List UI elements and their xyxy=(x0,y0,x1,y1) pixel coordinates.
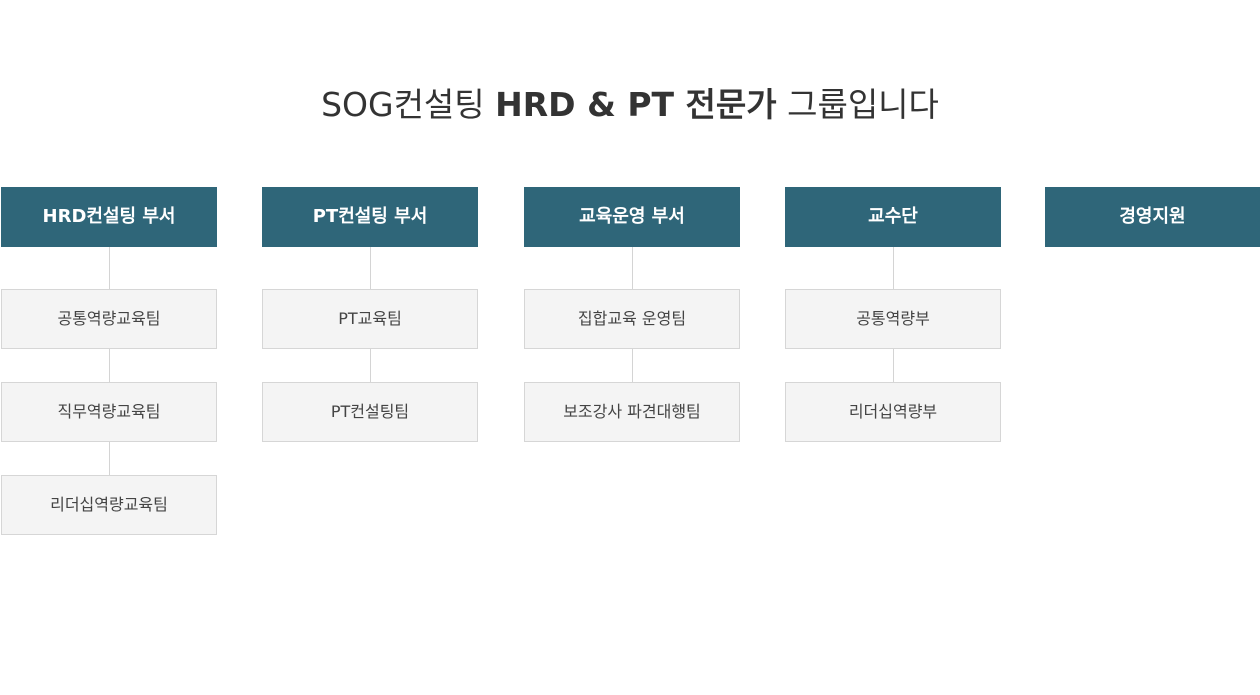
dept-header-faculty: 교수단 xyxy=(785,187,1001,247)
team-box: 직무역량교육팀 xyxy=(1,382,217,442)
connector-line xyxy=(108,349,110,382)
connector-line xyxy=(369,349,371,382)
dept-column-education-ops: 교육운영 부서 집합교육 운영팀 보조강사 파견대행팀 xyxy=(524,187,740,442)
connector-line xyxy=(892,247,894,289)
page-title-suffix: 그룹입니다 xyxy=(776,85,939,124)
dept-column-pt: PT컨설팅 부서 PT교육팀 PT컨설팅팀 xyxy=(262,187,478,442)
team-box: 리더십역량부 xyxy=(785,382,1001,442)
connector-line xyxy=(108,442,110,475)
dept-column-management: 경영지원 xyxy=(1045,187,1260,247)
dept-header-education-ops: 교육운영 부서 xyxy=(524,187,740,247)
page-title: SOG컨설팅 HRD & PT 전문가 그룹입니다 xyxy=(0,82,1260,128)
connector-line xyxy=(369,247,371,289)
connector-line xyxy=(631,247,633,289)
team-box: 보조강사 파견대행팀 xyxy=(524,382,740,442)
team-box: 집합교육 운영팀 xyxy=(524,289,740,349)
dept-header-pt: PT컨설팅 부서 xyxy=(262,187,478,247)
connector-line xyxy=(108,247,110,289)
page-title-bold: HRD & PT 전문가 xyxy=(495,85,777,124)
dept-column-faculty: 교수단 공통역량부 리더십역량부 xyxy=(785,187,1001,442)
team-box: 리더십역량교육팀 xyxy=(1,475,217,535)
connector-line xyxy=(631,349,633,382)
org-chart: HRD컨설팅 부서 공통역량교육팀 직무역량교육팀 리더십역량교육팀 PT컨설팅… xyxy=(0,187,1260,547)
team-box: PT컨설팅팀 xyxy=(262,382,478,442)
connector-line xyxy=(892,349,894,382)
dept-header-management: 경영지원 xyxy=(1045,187,1260,247)
team-box: PT교육팀 xyxy=(262,289,478,349)
dept-header-hrd: HRD컨설팅 부서 xyxy=(1,187,217,247)
dept-column-hrd: HRD컨설팅 부서 공통역량교육팀 직무역량교육팀 리더십역량교육팀 xyxy=(1,187,217,535)
page-title-prefix: SOG컨설팅 xyxy=(321,85,496,124)
team-box: 공통역량교육팀 xyxy=(1,289,217,349)
team-box: 공통역량부 xyxy=(785,289,1001,349)
